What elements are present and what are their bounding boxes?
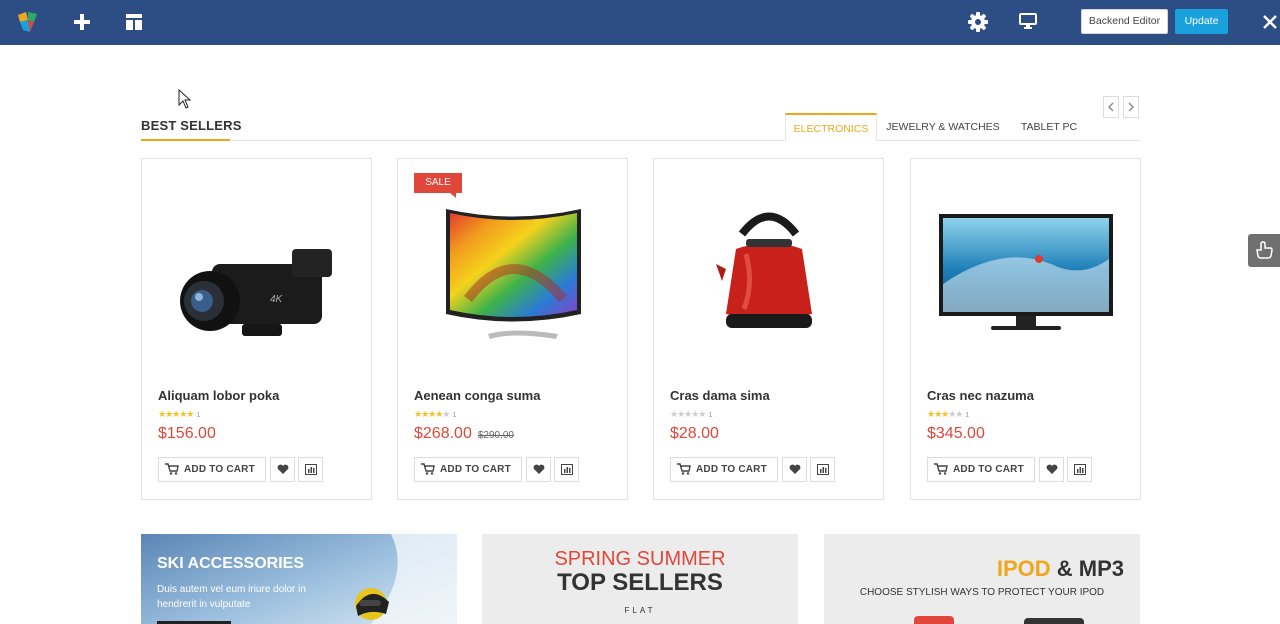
star-rating: ★★★★★ 1 xyxy=(414,409,457,419)
compare-button[interactable] xyxy=(554,457,579,482)
ski-accessories-banner[interactable]: SKI ACCESSORIES Duis autem vel eum iriur… xyxy=(141,534,457,624)
cart-icon xyxy=(677,463,691,475)
compare-chart-icon xyxy=(561,464,573,475)
add-to-cart-button[interactable]: ADD TO CART xyxy=(927,457,1035,482)
compare-chart-icon xyxy=(305,464,317,475)
compare-chart-icon xyxy=(1074,464,1086,475)
cart-icon xyxy=(421,463,435,475)
star-rating: ★★★★★ 1 xyxy=(158,409,201,419)
tab-jewelry-watches[interactable]: JEWELRY & WATCHES xyxy=(880,113,1006,141)
hand-pointer-icon xyxy=(1256,241,1273,259)
spring-summer-banner[interactable]: SPRING SUMMER TOP SELLERS FLAT xyxy=(482,534,798,624)
logo-icon[interactable] xyxy=(16,10,40,34)
banner-title: SKI ACCESSORIES xyxy=(157,555,304,572)
product-card[interactable]: SALE Aenean conga suma ★★★★★ 1 $268.00 $29… xyxy=(397,158,628,500)
section-title: BEST SELLERS xyxy=(141,118,242,133)
heart-icon xyxy=(277,464,289,474)
side-panel-toggle[interactable] xyxy=(1248,234,1280,267)
templates-icon[interactable] xyxy=(125,13,143,31)
banner-text: Duis autem vel eum iriure dolor in hendr… xyxy=(157,584,306,610)
wishlist-button[interactable] xyxy=(526,457,551,482)
compare-button[interactable] xyxy=(298,457,323,482)
add-element-icon[interactable] xyxy=(72,12,92,32)
prev-arrow-button[interactable] xyxy=(1103,96,1119,118)
camcorder-image[interactable]: 4K xyxy=(142,189,371,389)
svg-text:4K: 4K xyxy=(270,294,284,305)
star-rating: ★★★★★ 1 xyxy=(670,409,713,419)
flat-tv-image[interactable] xyxy=(911,189,1140,389)
product-price: $156.00 xyxy=(158,425,216,442)
product-price: $345.00 xyxy=(927,425,985,442)
review-count: 1 xyxy=(965,412,970,419)
ipod-mp3-banner[interactable]: IPOD & MP3 CHOOSE STYLISH WAYS TO PROTEC… xyxy=(824,534,1140,624)
product-card[interactable]: 4K Aliquam lobor poka ★★★★★ 1 $156.00 ADD… xyxy=(141,158,372,500)
add-to-cart-button[interactable]: ADD TO CART xyxy=(414,457,522,482)
wishlist-button[interactable] xyxy=(270,457,295,482)
banner-flat-label: FLAT xyxy=(624,606,656,615)
mouse-cursor-icon xyxy=(178,89,192,109)
heart-icon xyxy=(789,464,801,474)
review-count: 1 xyxy=(196,412,201,419)
sale-badge: SALE xyxy=(414,173,462,198)
curved-tv-image[interactable] xyxy=(398,189,627,389)
old-price: $290.00 xyxy=(477,430,514,441)
tab-electronics[interactable]: ELECTRONICS xyxy=(785,113,877,141)
product-price: $268.00 $290.00 xyxy=(414,425,514,442)
star-rating: ★★★★★ 1 xyxy=(927,409,970,419)
close-icon[interactable] xyxy=(1261,13,1279,31)
compare-chart-icon xyxy=(817,464,829,475)
review-count: 1 xyxy=(708,412,713,419)
product-name[interactable]: Cras dama sima xyxy=(670,388,770,403)
chevron-right-icon xyxy=(1128,102,1134,112)
add-to-cart-button[interactable]: ADD TO CART xyxy=(670,457,778,482)
chevron-left-icon xyxy=(1108,102,1114,112)
backend-editor-button[interactable]: Backend Editor xyxy=(1081,9,1168,34)
add-to-cart-button[interactable]: ADD TO CART xyxy=(158,457,266,482)
cart-icon xyxy=(165,463,179,475)
product-price: $28.00 xyxy=(670,425,719,442)
cart-icon xyxy=(934,463,948,475)
product-card[interactable]: Cras nec nazuma ★★★★★ 1 $345.00 ADD TO CA… xyxy=(910,158,1141,500)
wishlist-button[interactable] xyxy=(782,457,807,482)
product-name[interactable]: Aenean conga suma xyxy=(414,388,540,403)
heart-icon xyxy=(533,464,545,474)
update-button[interactable]: Update xyxy=(1175,9,1228,34)
next-arrow-button[interactable] xyxy=(1123,96,1139,118)
product-name[interactable]: Aliquam lobor poka xyxy=(158,388,279,403)
compare-button[interactable] xyxy=(1067,457,1092,482)
heart-icon xyxy=(1046,464,1058,474)
product-name[interactable]: Cras nec nazuma xyxy=(927,388,1034,403)
banner-title: TOP SELLERS xyxy=(557,569,723,596)
editor-toolbar: Backend Editor Update xyxy=(0,0,1280,45)
electric-kettle-image[interactable] xyxy=(654,189,883,389)
responsive-preview-icon[interactable] xyxy=(1018,12,1038,30)
tab-tablet-pc[interactable]: TABLET PC xyxy=(1010,113,1088,141)
wishlist-button[interactable] xyxy=(1039,457,1064,482)
compare-button[interactable] xyxy=(810,457,835,482)
ipod-image xyxy=(914,616,1084,624)
settings-gear-icon[interactable] xyxy=(967,11,989,33)
product-card[interactable]: Cras dama sima ★★★★★ 1 $28.00 ADD TO CART xyxy=(653,158,884,500)
review-count: 1 xyxy=(452,412,457,419)
section-title-underline xyxy=(141,139,230,141)
banner-subtitle: SPRING SUMMER xyxy=(554,548,726,570)
